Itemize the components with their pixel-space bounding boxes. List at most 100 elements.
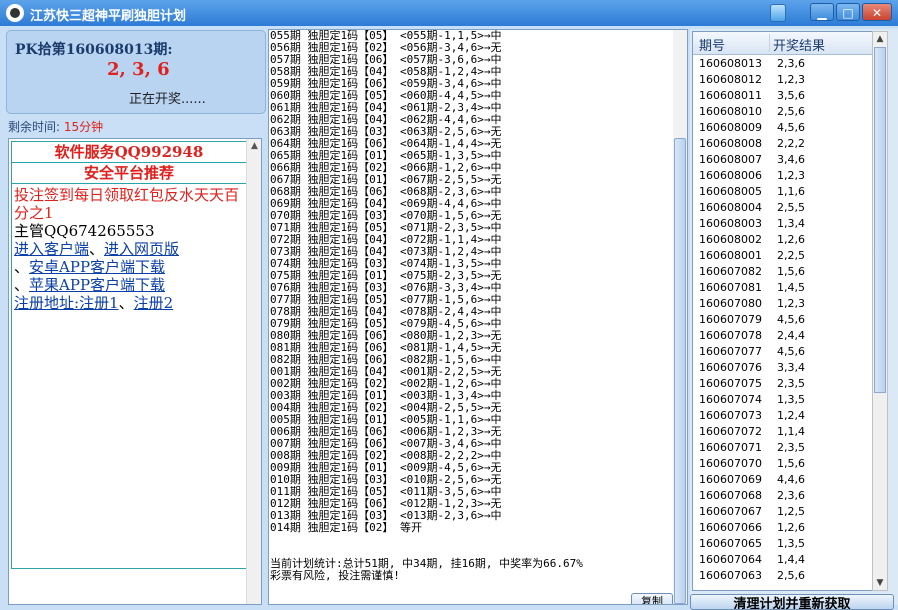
table-row[interactable]: 160607080 1,2,3: [693, 295, 877, 311]
register-link-1[interactable]: 注册1: [79, 294, 119, 312]
table-row[interactable]: 160607077 4,5,6: [693, 343, 877, 359]
table-header: 期号 开奖结果: [693, 32, 877, 55]
table-row[interactable]: 160607082 1,5,6: [693, 263, 877, 279]
result-cell: 4,5,6: [777, 345, 805, 358]
result-cell: 1,4,4: [777, 553, 805, 566]
apple-download-link[interactable]: 苹果APP客户端下载: [29, 276, 165, 294]
results-scroll-thumb[interactable]: [874, 47, 886, 393]
log-scrollbar[interactable]: [673, 30, 687, 604]
result-cell: 1,3,5: [777, 393, 805, 406]
table-row[interactable]: 160608002 1,2,6: [693, 231, 877, 247]
table-row[interactable]: 160607076 3,3,4: [693, 359, 877, 375]
table-row[interactable]: 160607070 1,5,6: [693, 455, 877, 471]
draw-status: 正在开奖......: [129, 92, 206, 107]
table-row[interactable]: 160607074 1,3,5: [693, 391, 877, 407]
column-divider: [769, 34, 770, 52]
period-cell: 160607070: [699, 457, 762, 470]
table-row[interactable]: 160607063 2,5,6: [693, 567, 877, 583]
table-row[interactable]: 160608011 3,5,6: [693, 87, 877, 103]
log-line: 014期 独胆定1码【02】 等开: [270, 521, 422, 534]
period-cell: 160607079: [699, 313, 762, 326]
period-cell: 160607081: [699, 281, 762, 294]
copy-button[interactable]: 复制: [631, 593, 673, 604]
table-row[interactable]: 160607067 1,2,5: [693, 503, 877, 519]
table-row[interactable]: 160608012 1,2,3: [693, 71, 877, 87]
log-scroll-thumb[interactable]: [674, 138, 686, 604]
table-row[interactable]: 160608009 4,5,6: [693, 119, 877, 135]
minimize-button[interactable]: ▁: [810, 3, 834, 21]
scroll-down-arrow-icon[interactable]: ▼: [873, 576, 887, 590]
table-row[interactable]: 160607065 1,3,5: [693, 535, 877, 551]
result-cell: 1,1,6: [777, 185, 805, 198]
period-cell: 160607075: [699, 377, 762, 390]
result-cell: 2,3,5: [777, 377, 805, 390]
client-link[interactable]: 进入客户端: [14, 240, 89, 258]
table-row[interactable]: 160607068 2,3,6: [693, 487, 877, 503]
result-cell: 2,2,2: [777, 137, 805, 150]
result-cell: 2,5,6: [777, 569, 805, 582]
period-cell: 160608011: [699, 89, 762, 102]
scroll-up-arrow-icon[interactable]: ▲: [247, 139, 262, 154]
skin-icon[interactable]: [770, 4, 786, 22]
app-icon: [6, 4, 24, 22]
result-cell: 4,5,6: [777, 313, 805, 326]
promo-content: 软件服务QQ992948 安全平台推荐 投注签到每日领取红包反水天天百分之1 主…: [11, 141, 247, 569]
table-row[interactable]: 160608003 1,3,4: [693, 215, 877, 231]
register-label[interactable]: 注册地址:: [14, 294, 79, 312]
table-row[interactable]: 160607066 1,2,6: [693, 519, 877, 535]
results-panel: 期号 开奖结果 160608013 2,3,6 160608012 1,2,3 1606…: [690, 29, 898, 605]
table-row[interactable]: 160607078 2,4,4: [693, 327, 877, 343]
web-link[interactable]: 进入网页版: [104, 240, 179, 258]
register-link-2[interactable]: 注册2: [134, 294, 174, 312]
table-row[interactable]: 160608013 2,3,6: [693, 55, 877, 71]
result-cell: 2,4,4: [777, 329, 805, 342]
table-row[interactable]: 160607079 4,5,6: [693, 311, 877, 327]
table-row[interactable]: 160607073 1,2,4: [693, 407, 877, 423]
column-result[interactable]: 开奖结果: [773, 35, 825, 54]
refresh-plan-button[interactable]: 清理计划并重新获取: [690, 594, 894, 610]
link-row-3: 、苹果APP客户端下载: [14, 276, 244, 294]
result-cell: 2,2,5: [777, 249, 805, 262]
result-cell: 1,5,6: [777, 457, 805, 470]
period-cell: 160607063: [699, 569, 762, 582]
platform-recommend: 安全平台推荐: [12, 163, 246, 184]
table-row[interactable]: 160608007 3,4,6: [693, 151, 877, 167]
table-row[interactable]: 160607069 4,4,6: [693, 471, 877, 487]
results-table: 期号 开奖结果 160608013 2,3,6 160608012 1,2,3 1606…: [692, 31, 878, 591]
table-row[interactable]: 160608005 1,1,6: [693, 183, 877, 199]
result-cell: 1,5,6: [777, 265, 805, 278]
table-row[interactable]: 160607071 2,3,5: [693, 439, 877, 455]
maximize-button[interactable]: □: [836, 3, 860, 21]
period-cell: 160608001: [699, 249, 762, 262]
table-row[interactable]: 160607075 2,3,5: [693, 375, 877, 391]
table-row[interactable]: 160608008 2,2,2: [693, 135, 877, 151]
result-cell: 1,2,3: [777, 73, 805, 86]
result-cell: 1,4,5: [777, 281, 805, 294]
android-download-link[interactable]: 安卓APP客户端下载: [29, 258, 165, 276]
promo-text: 投注签到每日领取红包反水天天百分之1 主管QQ674265553 进入客户端、进…: [12, 184, 246, 312]
result-cell: 3,3,4: [777, 361, 805, 374]
period-cell: 160607078: [699, 329, 762, 342]
result-cell: 2,5,6: [777, 105, 805, 118]
period-cell: 160608005: [699, 185, 762, 198]
draw-period-title: PK拾第160608013期:: [15, 42, 173, 58]
table-row[interactable]: 160608004 2,5,5: [693, 199, 877, 215]
column-period[interactable]: 期号: [699, 35, 725, 54]
promo-scrollbar[interactable]: ▲: [246, 139, 261, 604]
link-row-1: 进入客户端、进入网页版: [14, 240, 244, 258]
period-cell: 160607080: [699, 297, 762, 310]
table-row[interactable]: 160608006 1,2,3: [693, 167, 877, 183]
table-row[interactable]: 160607072 1,1,4: [693, 423, 877, 439]
table-row[interactable]: 160608010 2,5,6: [693, 103, 877, 119]
countdown: 剩余时间: 15分钟: [8, 118, 103, 135]
results-scrollbar[interactable]: ▲ ▼: [872, 31, 888, 591]
result-cell: 2,5,5: [777, 201, 805, 214]
result-cell: 3,5,6: [777, 89, 805, 102]
result-cell: 2,3,6: [777, 489, 805, 502]
period-cell: 160608013: [699, 57, 762, 70]
close-button[interactable]: ✕: [862, 3, 892, 21]
table-row[interactable]: 160608001 2,2,5: [693, 247, 877, 263]
table-row[interactable]: 160607081 1,4,5: [693, 279, 877, 295]
table-row[interactable]: 160607064 1,4,4: [693, 551, 877, 567]
scroll-up-arrow-icon[interactable]: ▲: [873, 32, 887, 46]
